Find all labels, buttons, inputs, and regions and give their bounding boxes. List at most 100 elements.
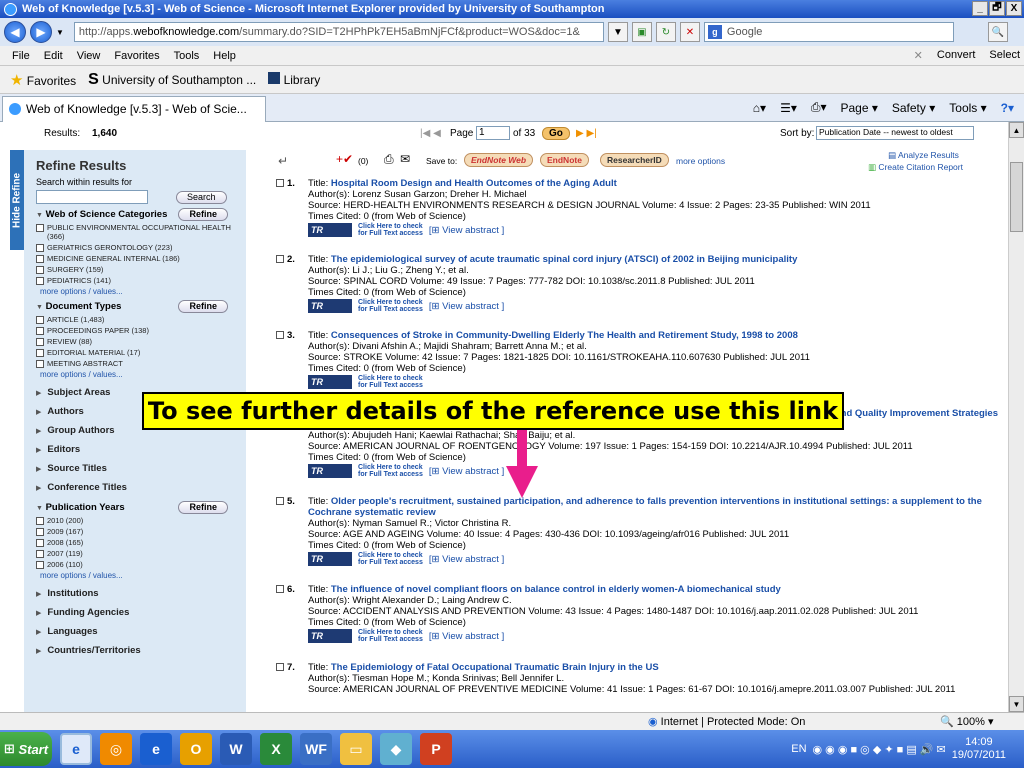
convert-button[interactable]: Convert	[937, 49, 976, 62]
record-title-link[interactable]: The influence of novel compliant floors …	[331, 584, 781, 595]
checkbox[interactable]	[36, 316, 44, 324]
checkbox[interactable]	[36, 360, 44, 368]
back-icon[interactable]: ◀	[4, 21, 26, 43]
full-text-link[interactable]: Click Here to check for Full Text access	[358, 223, 423, 237]
menu-file[interactable]: File	[12, 50, 30, 62]
search-within-input[interactable]	[36, 190, 148, 204]
tr-logo[interactable]: TR	[308, 552, 352, 566]
doctype-item[interactable]: ARTICLE (1,483)	[36, 315, 246, 324]
year-item[interactable]: 2007 (119)	[36, 549, 246, 558]
facet-editors[interactable]: ▶ Editors	[36, 440, 246, 459]
folder-icon[interactable]: ▭	[340, 733, 372, 765]
doctype-item[interactable]: EDITORIAL MATERIAL (17)	[36, 348, 246, 357]
url-dropdown-icon[interactable]: ▼	[607, 22, 628, 42]
checkbox[interactable]	[36, 561, 44, 569]
category-item[interactable]: PEDIATRICS (141)	[36, 276, 246, 285]
menu-favorites[interactable]: Favorites	[114, 50, 159, 62]
word-icon[interactable]: W	[220, 733, 252, 765]
checkbox[interactable]	[276, 255, 284, 263]
excel-icon[interactable]: X	[260, 733, 292, 765]
doctype-item[interactable]: REVIEW (88)	[36, 337, 246, 346]
menu-edit[interactable]: Edit	[44, 50, 63, 62]
checkbox[interactable]	[276, 585, 284, 593]
go-button[interactable]: Go	[542, 126, 570, 140]
category-item[interactable]: SURGERY (159)	[36, 265, 246, 274]
record-title-link[interactable]: Hospital Room Design and Health Outcomes…	[331, 178, 617, 189]
refine-categories-button[interactable]: Refine	[178, 208, 228, 221]
scroll-thumb[interactable]	[1010, 162, 1023, 232]
facet-funding-agencies[interactable]: ▶ Funding Agencies	[36, 603, 246, 622]
zoom-level[interactable]: 🔍 100% ▾	[940, 715, 993, 728]
checkbox[interactable]	[36, 528, 44, 536]
record-title-link[interactable]: Older people's recruitment, sustained pa…	[308, 496, 982, 518]
tray-icons[interactable]: ◉ ◉ ◉ ■ ◎ ◆ ✦ ■ ▤ 🔊 ✉	[813, 743, 946, 756]
tr-logo[interactable]: TR	[308, 299, 352, 313]
view-abstract-link[interactable]: [⊞ View abstract ]	[429, 466, 504, 477]
menu-help[interactable]: Help	[213, 50, 236, 62]
tr-logo[interactable]: TR	[308, 464, 352, 478]
checkbox[interactable]	[276, 497, 284, 505]
prev-page-icon[interactable]: |◀ ◀	[420, 128, 441, 139]
full-text-link[interactable]: Click Here to check for Full Text access	[358, 552, 423, 566]
facet-conference-titles[interactable]: ▶ Conference Titles	[36, 478, 246, 497]
safety-menu[interactable]: Safety ▾	[892, 101, 935, 115]
tab-web-of-knowledge[interactable]: Web of Knowledge [v.5.3] - Web of Scie..…	[2, 95, 266, 122]
year-item[interactable]: 2010 (200)	[36, 516, 246, 525]
checkbox[interactable]	[36, 224, 44, 232]
facet-countries[interactable]: ▶ Countries/Territories	[36, 641, 246, 660]
stop-icon[interactable]: ✕	[679, 22, 700, 42]
page-menu[interactable]: Page ▾	[840, 101, 877, 115]
facet-institutions[interactable]: ▶ Institutions	[36, 584, 246, 603]
wordpad-icon[interactable]: WF	[300, 733, 332, 765]
checkbox[interactable]	[36, 517, 44, 525]
endnote-button[interactable]: EndNote	[540, 153, 589, 167]
checkbox[interactable]	[276, 331, 284, 339]
year-item[interactable]: 2009 (167)	[36, 527, 246, 536]
start-button[interactable]: ⊞ Start	[0, 732, 52, 766]
sort-select[interactable]: Publication Date -- newest to oldest	[816, 126, 974, 140]
menu-view[interactable]: View	[77, 50, 101, 62]
category-item[interactable]: PUBLIC ENVIRONMENTAL OCCUPATIONAL HEALTH…	[36, 223, 246, 241]
checkbox[interactable]	[36, 255, 44, 263]
minimize-button[interactable]: _	[972, 1, 988, 16]
full-text-link[interactable]: Click Here to check for Full Text access	[358, 629, 423, 643]
refine-doctypes-button[interactable]: Refine	[178, 300, 228, 313]
record-title-link[interactable]: The epidemiological survey of acute trau…	[331, 254, 797, 265]
facet-languages[interactable]: ▶ Languages	[36, 622, 246, 641]
search-input[interactable]: g Google	[703, 22, 954, 42]
url-input[interactable]: http://apps. webofknowledge.com/summary.d…	[73, 22, 604, 42]
forward-icon[interactable]: ▶	[30, 21, 52, 43]
doctype-item[interactable]: PROCEEDINGS PAPER (138)	[36, 326, 246, 335]
checkbox[interactable]	[36, 244, 44, 252]
full-text-link[interactable]: Click Here to check for Full Text access	[358, 375, 423, 389]
search-within-button[interactable]: Search	[176, 190, 227, 204]
tr-logo[interactable]: TR	[308, 629, 352, 643]
favorite-library[interactable]: Library	[268, 72, 320, 87]
maximize-button[interactable]: 🗗	[989, 1, 1005, 16]
facet-source-titles[interactable]: ▶ Source Titles	[36, 459, 246, 478]
researcherid-button[interactable]: ResearcherID	[600, 153, 669, 167]
more-options-link[interactable]: more options / values...	[40, 370, 246, 379]
page-input[interactable]: 1	[476, 126, 510, 140]
analyze-results-link[interactable]: ▤ Analyze Results	[888, 150, 959, 161]
clock[interactable]: 14:09 19/07/2011	[952, 736, 1006, 762]
refine-years-button[interactable]: Refine	[178, 501, 228, 514]
home-icon[interactable]: ⌂▾	[753, 101, 766, 115]
print-records-icon[interactable]: ⎙	[384, 152, 394, 167]
checkbox[interactable]	[36, 327, 44, 335]
checkbox[interactable]	[36, 539, 44, 547]
vertical-scrollbar[interactable]: ▲ ▼	[1008, 122, 1024, 712]
photo-icon[interactable]: ◆	[380, 733, 412, 765]
view-abstract-link[interactable]: [⊞ View abstract ]	[429, 631, 504, 642]
checkbox[interactable]	[36, 349, 44, 357]
scroll-down-icon[interactable]: ▼	[1009, 696, 1024, 712]
tr-logo[interactable]: TR	[308, 375, 352, 389]
close-button[interactable]: X	[1006, 1, 1022, 16]
next-page-icon[interactable]: ▶ ▶|	[576, 128, 597, 139]
more-options-link[interactable]: more options / values...	[40, 571, 246, 580]
search-icon[interactable]: 🔍	[987, 22, 1008, 42]
full-text-link[interactable]: Click Here to check for Full Text access	[358, 464, 423, 478]
compat-view-icon[interactable]: ▣	[631, 22, 652, 42]
view-abstract-link[interactable]: [⊞ View abstract ]	[429, 301, 504, 312]
select-button[interactable]: Select	[989, 49, 1020, 62]
